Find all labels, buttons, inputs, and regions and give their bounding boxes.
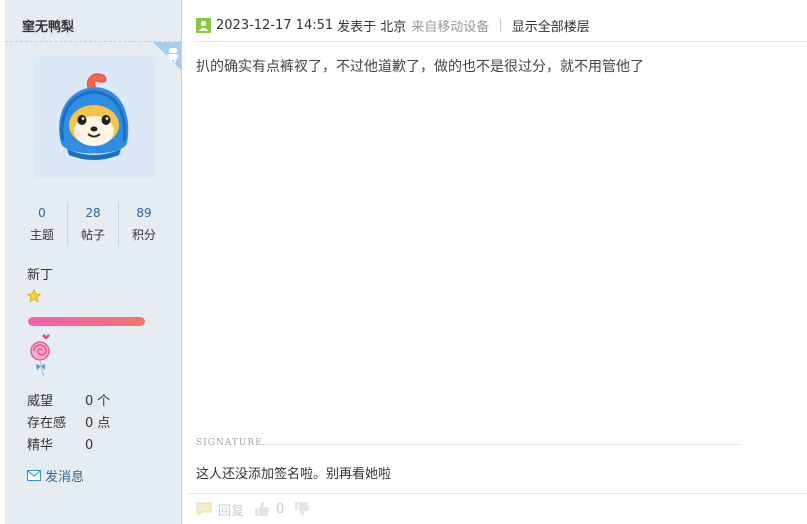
field-presence: 存在感 0 点 — [27, 413, 177, 435]
post-content: 扒的确实有点裤衩了，不过他道歉了，做的也不是很过分，就不用管他了 — [196, 59, 644, 75]
stat-posts[interactable]: 28 帖子 — [67, 202, 118, 246]
star-icon — [27, 289, 41, 303]
stat-posts-value: 28 — [85, 206, 101, 220]
post-meta-bar: 2023-12-17 14:51 发表于 北京 来自移动设备 | 显示全部楼层 — [196, 14, 807, 42]
avatar[interactable] — [33, 57, 155, 178]
post-actions: 回复 0 — [188, 493, 807, 524]
field-presence-key: 存在感 — [27, 416, 67, 431]
post-time: 2023-12-17 14:51 — [216, 18, 334, 33]
stat-threads-label: 主题 — [29, 228, 54, 242]
send-message-link[interactable]: 发消息 — [27, 466, 84, 485]
reply-icon — [196, 502, 212, 516]
avatar-image — [59, 73, 129, 160]
android-icon — [153, 42, 181, 70]
signature-divider — [262, 444, 740, 445]
thumbs-down-icon — [295, 502, 310, 516]
field-prestige-key: 威望 — [27, 394, 54, 409]
dislike-button[interactable] — [294, 501, 316, 517]
username-link[interactable]: 窐无鸭梨 — [22, 16, 74, 35]
envelope-icon — [27, 470, 41, 481]
user-stats: 0 主题 28 帖子 89 积分 — [17, 202, 169, 246]
reply-label: 回复 — [218, 503, 245, 519]
user-header: 窐无鸭梨 — [5, 0, 181, 42]
user-sidebar: 窐无鸭梨 0 主题 28 帖子 89 积分 新丁 威望 0 个 存在感 0 点 … — [5, 0, 182, 524]
field-prestige: 威望 0 个 — [27, 391, 177, 413]
meta-separator: | — [498, 18, 503, 33]
lollipop-icon — [30, 334, 50, 376]
reply-button[interactable]: 回复 — [196, 500, 244, 519]
field-digest-value: 0 — [85, 438, 94, 453]
stat-points-label: 积分 — [131, 228, 156, 242]
user-rank[interactable]: 新丁 — [27, 264, 53, 283]
field-digest-key: 精华 — [27, 438, 54, 453]
signature-text: 这人还没添加签名啦。别再看她啦 — [196, 467, 392, 482]
signature-label: SIGNATURE — [196, 438, 263, 448]
post-location: 发表于 北京 — [337, 20, 407, 35]
field-prestige-value: 0 — [85, 394, 94, 409]
thumbs-up-icon — [255, 502, 270, 516]
stat-points-value: 89 — [136, 206, 152, 220]
level-progress-bar — [28, 317, 158, 326]
like-button[interactable]: 0 — [254, 501, 284, 517]
field-prestige-unit: 个 — [97, 394, 111, 409]
send-message-label: 发消息 — [45, 470, 85, 485]
online-status-icon — [196, 18, 211, 33]
show-all-floors-link[interactable]: 显示全部楼层 — [512, 16, 590, 35]
field-presence-unit: 点 — [97, 416, 111, 431]
field-presence-value: 0 — [85, 416, 94, 431]
stat-threads-value: 0 — [38, 206, 46, 220]
post-device: 来自移动设备 — [411, 20, 490, 35]
like-count: 0 — [276, 501, 285, 517]
stat-posts-label: 帖子 — [80, 228, 105, 242]
stat-threads[interactable]: 0 主题 — [17, 202, 67, 246]
level-progress-fill — [28, 317, 145, 326]
field-digest: 精华 0 — [27, 435, 177, 457]
stat-points[interactable]: 89 积分 — [118, 202, 169, 246]
